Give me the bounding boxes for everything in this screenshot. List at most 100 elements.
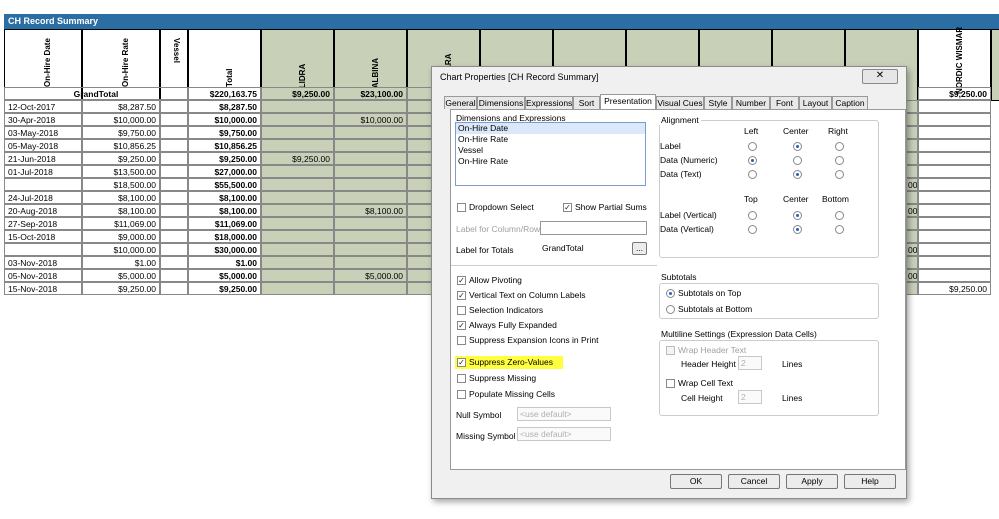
- show-partial-sums-checkbox[interactable]: ✓: [563, 203, 572, 212]
- close-button[interactable]: ✕: [862, 69, 898, 84]
- null-symbol-input[interactable]: <use default>: [517, 407, 611, 421]
- tab-dimensions[interactable]: Dimensions: [477, 96, 525, 109]
- dialog-title: Chart Properties [CH Record Summary]: [440, 72, 599, 82]
- align-text-right-radio[interactable]: [835, 170, 844, 179]
- selection-indicators-checkbox[interactable]: [457, 306, 466, 315]
- align-numeric-center-radio[interactable]: [793, 156, 802, 165]
- align-numeric-left-radio[interactable]: [748, 156, 757, 165]
- show-partial-sums-label: Show Partial Sums: [575, 202, 647, 212]
- table-cell: 21-Jun-2018: [4, 152, 82, 165]
- list-item[interactable]: On-Hire Date: [456, 123, 645, 134]
- vertical-text-checkbox[interactable]: ✓: [457, 291, 466, 300]
- table-cell: [918, 165, 991, 178]
- tab-font[interactable]: Font: [770, 96, 799, 109]
- table-cell: $5,000.00: [334, 269, 407, 282]
- subtotals-group: Subtotals on Top Subtotals at Bottom: [659, 283, 879, 319]
- valign-label-bottom-radio[interactable]: [835, 211, 844, 220]
- tab-general[interactable]: General: [444, 96, 477, 109]
- align-label-left-radio[interactable]: [748, 142, 757, 151]
- table-cell: $10,000.00: [334, 113, 407, 126]
- valign-data-bottom-radio[interactable]: [835, 225, 844, 234]
- presentation-panel: Dimensions and Expressions On-Hire Date …: [450, 109, 906, 470]
- table-cell: $18,500.00: [82, 178, 160, 191]
- label-column-row-input[interactable]: [540, 221, 647, 235]
- table-cell: 15-Nov-2018: [4, 282, 82, 295]
- header-height-stepper[interactable]: 2: [738, 356, 762, 370]
- valign-label-top-radio[interactable]: [748, 211, 757, 220]
- table-cell: [334, 178, 407, 191]
- ellipsis-button[interactable]: ...: [632, 242, 647, 255]
- table-cell: [918, 178, 991, 191]
- allow-pivoting-checkbox[interactable]: ✓: [457, 276, 466, 285]
- table-cell: [160, 139, 188, 152]
- alignment-title: Alignment: [659, 115, 701, 125]
- valign-label-center-radio[interactable]: [793, 211, 802, 220]
- align-text-center-radio[interactable]: [793, 170, 802, 179]
- dimensions-list[interactable]: On-Hire Date On-Hire Rate Vessel On-Hire…: [455, 122, 646, 186]
- dropdown-select-checkbox[interactable]: [457, 203, 466, 212]
- valign-data-center-radio[interactable]: [793, 225, 802, 234]
- align-row-text: Data (Text): [660, 169, 702, 179]
- align-label-right-radio[interactable]: [835, 142, 844, 151]
- populate-missing-checkbox[interactable]: [457, 390, 466, 399]
- tab-layout[interactable]: Layout: [799, 96, 832, 109]
- list-item[interactable]: On-Hire Rate: [456, 134, 645, 145]
- tab-caption[interactable]: Caption: [832, 96, 868, 109]
- tab-expressions[interactable]: Expressions: [525, 96, 573, 109]
- table-cell: 03-May-2018: [4, 126, 82, 139]
- label-for-totals: Label for Totals: [456, 245, 514, 255]
- align-row-data-vertical: Data (Vertical): [660, 224, 714, 234]
- tab-sort[interactable]: Sort: [573, 96, 600, 109]
- table-cell: [160, 256, 188, 269]
- always-expanded-checkbox[interactable]: ✓: [457, 321, 466, 330]
- valign-data-top-radio[interactable]: [748, 225, 757, 234]
- help-button[interactable]: Help: [844, 474, 896, 489]
- tab-style[interactable]: Style: [704, 96, 732, 109]
- missing-symbol-input[interactable]: <use default>: [517, 427, 611, 441]
- suppress-expansion-icons-checkbox[interactable]: [457, 336, 466, 345]
- align-label-center-radio[interactable]: [793, 142, 802, 151]
- wrap-header-checkbox[interactable]: [666, 346, 675, 355]
- tab-number[interactable]: Number: [732, 96, 770, 109]
- tab-presentation[interactable]: Presentation: [600, 94, 656, 110]
- table-cell: [160, 269, 188, 282]
- align-text-left-radio[interactable]: [748, 170, 757, 179]
- subtotals-at-bottom-radio[interactable]: [666, 305, 675, 314]
- suppress-missing-checkbox[interactable]: [457, 374, 466, 383]
- wrap-cell-checkbox[interactable]: [666, 379, 675, 388]
- subtotals-title: Subtotals: [661, 272, 697, 282]
- table-cell: $9,750.00: [188, 126, 261, 139]
- table-cell: $8,100.00: [188, 191, 261, 204]
- table-cell: $10,856.25: [188, 139, 261, 152]
- table-cell: 15-Oct-2018: [4, 230, 82, 243]
- table-cell: [261, 191, 334, 204]
- table-cell: [334, 243, 407, 256]
- selection-indicators-label: Selection Indicators: [469, 305, 544, 315]
- table-cell: [261, 217, 334, 230]
- table-cell: [4, 243, 82, 256]
- header-height-label: Header Height: [681, 359, 736, 369]
- suppress-zero-values-label: Suppress Zero-Values: [469, 357, 553, 367]
- align-numeric-right-radio[interactable]: [835, 156, 844, 165]
- table-cell: [334, 126, 407, 139]
- cell-height-stepper[interactable]: 2: [738, 390, 762, 404]
- align-row-numeric: Data (Numeric): [660, 155, 718, 165]
- subtotals-at-bottom-label: Subtotals at Bottom: [678, 304, 753, 314]
- table-cell: [334, 165, 407, 178]
- chart-properties-dialog: Chart Properties [CH Record Summary] ✕ G…: [431, 66, 907, 499]
- table-cell: [261, 269, 334, 282]
- table-cell: [918, 230, 991, 243]
- apply-button[interactable]: Apply: [786, 474, 838, 489]
- list-item[interactable]: Vessel: [456, 145, 645, 156]
- cancel-button[interactable]: Cancel: [728, 474, 780, 489]
- list-item[interactable]: On-Hire Rate: [456, 156, 645, 167]
- table-cell: 24-Jul-2018: [4, 191, 82, 204]
- tab-visual-cues[interactable]: Visual Cues: [656, 96, 704, 109]
- vertical-text-label: Vertical Text on Column Labels: [469, 290, 586, 300]
- table-cell: [334, 191, 407, 204]
- subtotals-on-top-radio[interactable]: [666, 289, 675, 298]
- ok-button[interactable]: OK: [670, 474, 722, 489]
- suppress-zero-values-checkbox[interactable]: ✓: [457, 358, 466, 367]
- table-cell: $8,287.50: [188, 100, 261, 113]
- table-cell: [261, 256, 334, 269]
